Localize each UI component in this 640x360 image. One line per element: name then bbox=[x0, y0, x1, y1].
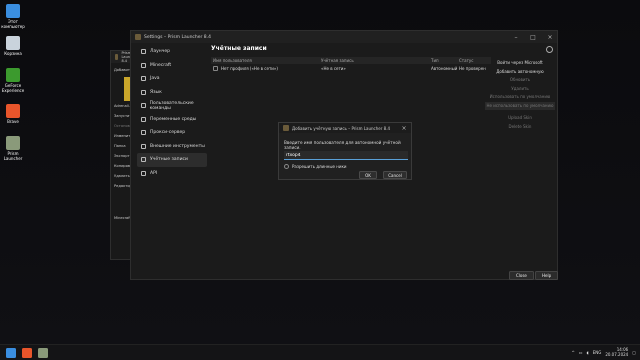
brave-taskbar-icon[interactable] bbox=[22, 347, 32, 358]
java-icon bbox=[141, 76, 146, 82]
delete-skin-button[interactable]: Delete Skin bbox=[485, 123, 555, 132]
prism-launcher-icon bbox=[6, 136, 20, 150]
settings-sidebar: Лаунчер Minecraft Java Язык Пользователь… bbox=[137, 45, 207, 180]
computer-icon bbox=[6, 4, 20, 18]
prism-taskbar-icon[interactable] bbox=[38, 347, 48, 358]
dialog-prompt: Введите имя пользователя для автономной … bbox=[284, 140, 401, 150]
page-title: Учётные записи bbox=[211, 45, 267, 52]
recycle-bin-icon bbox=[6, 36, 20, 50]
prism-logo-icon bbox=[283, 125, 289, 131]
language-indicator[interactable]: ENG bbox=[593, 350, 602, 355]
unset-default-button[interactable]: Не использовать по умолчанию bbox=[485, 101, 555, 110]
username-input[interactable] bbox=[284, 151, 408, 160]
tools-icon bbox=[141, 143, 146, 149]
add-account-dialog: Добавить учётную запись – Prism Launcher… bbox=[278, 122, 412, 180]
table-header: Имя пользователя Учётная запись Тип Стат… bbox=[211, 57, 491, 64]
close-icon[interactable]: × bbox=[543, 34, 557, 41]
terminal-icon bbox=[141, 103, 146, 109]
cancel-button[interactable]: Cancel bbox=[383, 171, 407, 179]
launcher-icon bbox=[141, 49, 146, 55]
user-profile-icon bbox=[546, 46, 553, 53]
prism-logo-icon bbox=[115, 54, 119, 60]
table-row[interactable]: Нет профиля («Не в сети») «Не в сети» Ав… bbox=[211, 64, 491, 72]
volume-icon[interactable]: ◖ bbox=[587, 350, 589, 355]
refresh-button[interactable]: Обновить bbox=[485, 76, 555, 85]
sidebar-item-launcher[interactable]: Лаунчер bbox=[137, 45, 207, 59]
row-checkbox[interactable] bbox=[213, 65, 218, 71]
help-button[interactable]: Help bbox=[535, 271, 559, 280]
upload-skin-button[interactable]: Upload Skin bbox=[485, 114, 555, 123]
sidebar-item-java[interactable]: Java bbox=[137, 72, 207, 86]
add-offline-button[interactable]: Добавить автономную bbox=[485, 68, 555, 77]
remove-button[interactable]: Удалить bbox=[485, 85, 555, 94]
sidebar-item-environment[interactable]: Переменные среды bbox=[137, 113, 207, 127]
set-default-button[interactable]: Использовать по умолчанию bbox=[485, 93, 555, 102]
language-icon bbox=[141, 89, 146, 95]
desktop-icon-brave[interactable]: Brave bbox=[2, 104, 24, 124]
desktop-icon-geforce[interactable]: GeForce Experience bbox=[2, 68, 24, 93]
network-icon[interactable]: ▭ bbox=[579, 350, 583, 355]
desktop-icon-prism[interactable]: Prism Launcher bbox=[2, 136, 24, 161]
taskbar: ^ ▭ ◖ ENG 14:06 20.07.2024 ▢ bbox=[0, 344, 640, 360]
start-icon[interactable] bbox=[6, 347, 16, 358]
login-microsoft-button[interactable]: Войти через Microsoft bbox=[485, 59, 555, 68]
system-tray: ^ ▭ ◖ ENG 14:06 20.07.2024 ▢ bbox=[571, 347, 636, 357]
long-names-checkbox[interactable] bbox=[284, 164, 289, 169]
desktop-icon-this-pc[interactable]: Этот компьютер bbox=[1, 4, 25, 29]
maximize-button[interactable]: □ bbox=[526, 34, 540, 41]
dialog-close-icon[interactable]: × bbox=[397, 125, 411, 132]
chevron-up-icon[interactable]: ^ bbox=[571, 350, 574, 355]
close-button[interactable]: Close bbox=[509, 271, 534, 280]
proxy-icon bbox=[141, 130, 146, 136]
account-actions: Войти через Microsoft Добавить автономну… bbox=[485, 59, 555, 131]
geforce-icon bbox=[6, 68, 20, 82]
prism-logo-icon bbox=[135, 34, 141, 40]
minecraft-icon bbox=[141, 62, 146, 68]
notification-icon[interactable]: ▢ bbox=[632, 350, 636, 355]
accounts-page: Учётные записи Имя пользователя Учётная … bbox=[211, 45, 491, 72]
sidebar-item-external-tools[interactable]: Внешние инструменты bbox=[137, 140, 207, 154]
api-icon bbox=[141, 170, 146, 176]
sidebar-item-accounts[interactable]: Учётные записи bbox=[137, 153, 207, 167]
clock[interactable]: 14:06 20.07.2024 bbox=[605, 347, 628, 357]
accounts-icon bbox=[141, 157, 146, 163]
sidebar-item-api[interactable]: API bbox=[137, 167, 207, 181]
minimize-button[interactable]: – bbox=[509, 34, 523, 41]
allow-long-names[interactable]: Разрешить длинные ники bbox=[284, 164, 346, 169]
brave-icon bbox=[6, 104, 20, 118]
sidebar-item-language[interactable]: Язык bbox=[137, 86, 207, 100]
dialog-titlebar: Добавить учётную запись – Prism Launcher… bbox=[279, 123, 411, 133]
sidebar-item-minecraft[interactable]: Minecraft bbox=[137, 59, 207, 73]
code-icon bbox=[141, 116, 146, 122]
desktop-icon-recycle-bin[interactable]: Корзина bbox=[2, 36, 24, 56]
settings-titlebar: Settings – Prism Launcher 8.4 – □ × bbox=[131, 31, 557, 43]
ok-button[interactable]: OK bbox=[359, 171, 377, 179]
sidebar-item-custom-commands[interactable]: Пользовательские команды bbox=[137, 99, 207, 113]
sidebar-item-proxy[interactable]: Прокси-сервер bbox=[137, 126, 207, 140]
